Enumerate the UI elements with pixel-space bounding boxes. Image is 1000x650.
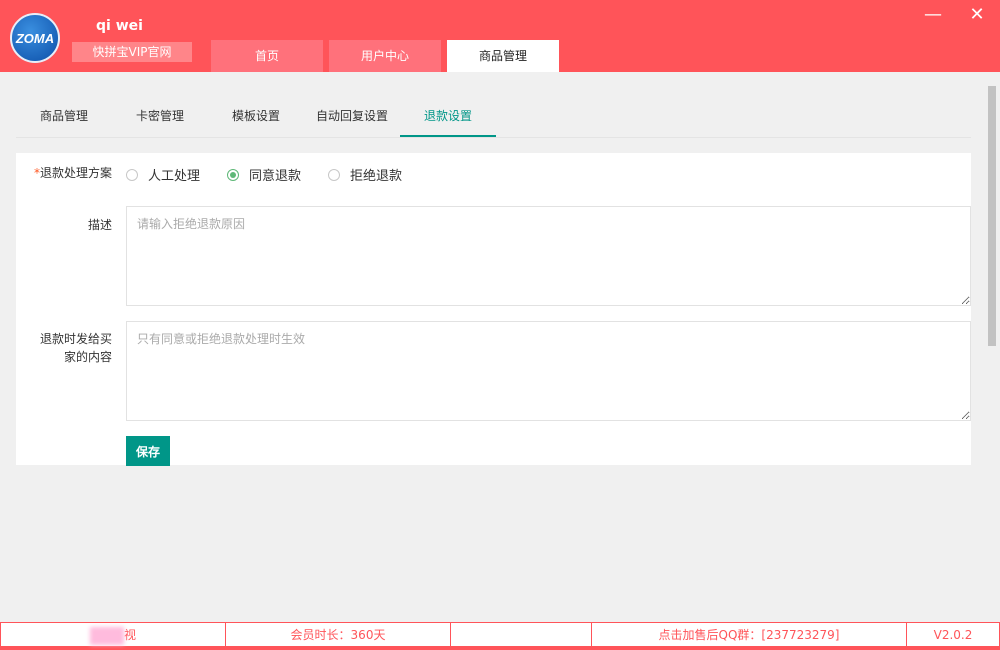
tab-user-center[interactable]: 用户中心 bbox=[329, 40, 441, 72]
status-bar: 视 会员时长：360天 点击加售后QQ群：[237723279] V2.0.2 bbox=[0, 622, 1000, 650]
radio-agree[interactable]: 同意退款 bbox=[227, 165, 301, 184]
radio-icon bbox=[126, 168, 138, 181]
refund-form: *退款处理方案 人工处理 同意退款 拒绝退款 描述 退款时发给买家的内容 保存 bbox=[16, 153, 971, 466]
membership-duration: 会员时长：360天 bbox=[226, 623, 451, 646]
desc-textarea[interactable] bbox=[126, 206, 971, 306]
footer-empty bbox=[451, 623, 592, 646]
username: qi wei bbox=[96, 18, 143, 34]
subtab-templates[interactable]: 模板设置 bbox=[208, 96, 304, 137]
tab-product-management[interactable]: 商品管理 bbox=[447, 40, 559, 72]
close-icon[interactable]: ✕ bbox=[962, 4, 992, 25]
subtab-products[interactable]: 商品管理 bbox=[16, 96, 112, 137]
version: V2.0.2 bbox=[933, 628, 973, 642]
sub-tabs: 商品管理 卡密管理 模板设置 自动回复设置 退款设置 bbox=[16, 96, 971, 138]
save-button[interactable]: 保存 bbox=[126, 436, 170, 466]
desc-label: 描述 bbox=[87, 218, 112, 232]
qq-group-link[interactable]: 点击加售后QQ群：[237723279] bbox=[592, 623, 907, 646]
scrollbar-thumb[interactable] bbox=[988, 86, 996, 346]
vip-link[interactable]: 快拼宝VIP官网 bbox=[72, 42, 192, 62]
tab-home[interactable]: 首页 bbox=[211, 40, 323, 72]
msg-textarea[interactable] bbox=[126, 321, 971, 421]
radio-checked-icon bbox=[227, 168, 239, 181]
radio-manual[interactable]: 人工处理 bbox=[126, 165, 200, 184]
scrollbar[interactable] bbox=[984, 72, 1000, 622]
title-bar: ZOMA qi wei 快拼宝VIP官网 首页 用户中心 商品管理 — ✕ bbox=[0, 0, 1000, 72]
minimize-icon[interactable]: — bbox=[918, 4, 948, 25]
subtab-refund[interactable]: 退款设置 bbox=[400, 96, 496, 137]
subtab-auto-reply[interactable]: 自动回复设置 bbox=[304, 96, 400, 137]
logo: ZOMA bbox=[10, 13, 60, 63]
radio-reject[interactable]: 拒绝退款 bbox=[328, 165, 402, 184]
scheme-label: *退款处理方案 bbox=[33, 166, 112, 180]
footer-user: 视 bbox=[1, 623, 226, 646]
subtab-cards[interactable]: 卡密管理 bbox=[112, 96, 208, 137]
msg-label: 退款时发给买家的内容 bbox=[39, 332, 112, 364]
radio-icon bbox=[328, 168, 340, 181]
